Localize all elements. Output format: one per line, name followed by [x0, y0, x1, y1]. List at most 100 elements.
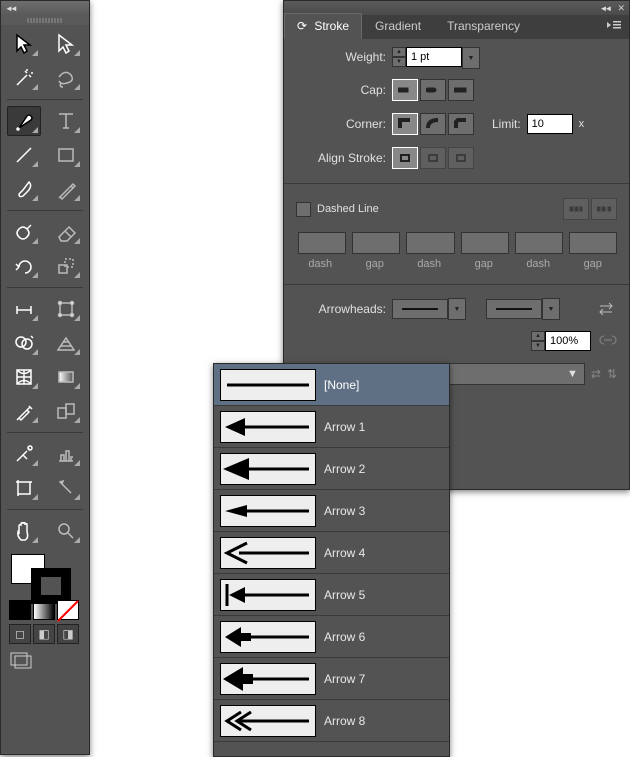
- magic-wand-tool[interactable]: [7, 63, 41, 93]
- arrowhead-option[interactable]: Arrow 5: [214, 574, 449, 616]
- arrowhead-label: Arrow 4: [324, 546, 365, 560]
- eyedropper-tool[interactable]: [7, 396, 41, 426]
- link-scale-icon[interactable]: [599, 333, 617, 350]
- cap-label: Cap:: [296, 83, 386, 97]
- panel-menu-icon[interactable]: [599, 14, 629, 39]
- cap-butt[interactable]: [392, 79, 418, 101]
- weight-dropdown[interactable]: [462, 47, 480, 69]
- dash-3[interactable]: [515, 232, 563, 254]
- arrowhead-start[interactable]: [392, 299, 466, 319]
- draw-behind[interactable]: ◧: [33, 624, 55, 644]
- slice-tool[interactable]: [49, 473, 83, 503]
- arrowhead-label: [None]: [324, 378, 359, 392]
- arrowhead-option[interactable]: Arrow 7: [214, 658, 449, 700]
- selection-tool[interactable]: [7, 29, 41, 59]
- weight-stepper[interactable]: ▲▼ 1 pt: [392, 47, 480, 67]
- tab-gradient[interactable]: Gradient: [362, 13, 434, 39]
- arrowheads-list[interactable]: [None] Arrow 1 Arrow 2Arrow 3 Arrow 4 Arrow …: [214, 364, 449, 742]
- symbol-sprayer-tool[interactable]: [7, 439, 41, 469]
- flip-along-icon[interactable]: ⇄: [591, 367, 601, 381]
- gap-1[interactable]: [352, 232, 400, 254]
- blob-brush-tool[interactable]: [7, 217, 41, 247]
- pencil-tool[interactable]: [49, 174, 83, 204]
- dash-2[interactable]: [406, 232, 454, 254]
- arrowhead-label: Arrow 6: [324, 630, 365, 644]
- scale-input[interactable]: 100%: [545, 331, 591, 351]
- paintbrush-tool[interactable]: [7, 174, 41, 204]
- weight-label: Weight:: [296, 50, 386, 64]
- dash-align[interactable]: [591, 198, 617, 220]
- zoom-tool[interactable]: [49, 516, 83, 546]
- hand-tool[interactable]: [7, 516, 41, 546]
- weight-input[interactable]: 1 pt: [406, 47, 462, 67]
- free-transform-tool[interactable]: [49, 294, 83, 324]
- color-none[interactable]: [57, 600, 79, 620]
- collapse-icon[interactable]: [5, 4, 15, 12]
- dash-1[interactable]: [298, 232, 346, 254]
- gap-2[interactable]: [461, 232, 509, 254]
- corner-bevel[interactable]: [448, 113, 474, 135]
- artboard-tool[interactable]: [7, 473, 41, 503]
- tab-label: Transparency: [447, 19, 520, 33]
- column-graph-tool[interactable]: [49, 439, 83, 469]
- arrowhead-option[interactable]: Arrow 3: [214, 490, 449, 532]
- corner-row: Corner: Limit: 10 x: [296, 113, 617, 135]
- scale-tool[interactable]: [49, 251, 83, 281]
- arrowhead-option[interactable]: Arrow 8: [214, 700, 449, 742]
- limit-input[interactable]: 10: [527, 114, 573, 134]
- align-inside[interactable]: [420, 147, 446, 169]
- shape-builder-tool[interactable]: [7, 328, 41, 358]
- perspective-grid-tool[interactable]: [49, 328, 83, 358]
- close-icon[interactable]: [617, 2, 625, 14]
- draw-inside[interactable]: ◨: [57, 624, 79, 644]
- arrowhead-end[interactable]: [486, 299, 560, 319]
- scale-stepper[interactable]: ▲▼ 100%: [531, 331, 591, 351]
- dashed-checkbox[interactable]: [296, 202, 311, 217]
- rectangle-tool[interactable]: [49, 140, 83, 170]
- corner-miter[interactable]: [392, 113, 418, 135]
- align-center[interactable]: [392, 147, 418, 169]
- arrowheads-label: Arrowheads:: [296, 302, 386, 316]
- cap-projecting[interactable]: [448, 79, 474, 101]
- draw-normal[interactable]: ◻: [9, 624, 31, 644]
- tab-stroke[interactable]: ⟳ Stroke: [284, 13, 362, 39]
- swap-arrowheads-icon[interactable]: [595, 302, 617, 316]
- arrowhead-option[interactable]: Arrow 6: [214, 616, 449, 658]
- flip-across-icon[interactable]: ⇅: [607, 367, 617, 381]
- screen-mode[interactable]: [1, 644, 89, 679]
- mesh-tool[interactable]: [7, 362, 41, 392]
- collapse-icon[interactable]: [599, 4, 609, 12]
- stroke-swatch[interactable]: [31, 568, 71, 604]
- arrowhead-option[interactable]: [None]: [214, 364, 449, 406]
- fill-stroke-swatch[interactable]: [9, 554, 81, 598]
- gradient-tool[interactable]: [49, 362, 83, 392]
- arrowhead-option[interactable]: Arrow 4: [214, 532, 449, 574]
- corner-round[interactable]: [420, 113, 446, 135]
- gap-3[interactable]: [569, 232, 617, 254]
- pen-tool[interactable]: [7, 106, 41, 136]
- direct-selection-tool[interactable]: [49, 29, 83, 59]
- rotate-tool[interactable]: [7, 251, 41, 281]
- tools-panel-grip[interactable]: [1, 15, 89, 25]
- align-outside[interactable]: [448, 147, 474, 169]
- arrowhead-thumb: [220, 663, 316, 695]
- color-solid[interactable]: [9, 600, 31, 620]
- blend-tool[interactable]: [49, 396, 83, 426]
- align-stroke-row: Align Stroke:: [296, 147, 617, 169]
- tab-label: Stroke: [314, 19, 349, 33]
- arrowhead-label: Arrow 5: [324, 588, 365, 602]
- lasso-tool[interactable]: [49, 63, 83, 93]
- tab-transparency[interactable]: Transparency: [434, 13, 533, 39]
- cap-round[interactable]: [420, 79, 446, 101]
- arrowhead-label: Arrow 7: [324, 672, 365, 686]
- line-tool[interactable]: [7, 140, 41, 170]
- tools-panel-header[interactable]: [1, 1, 89, 15]
- arrowhead-option[interactable]: Arrow 1: [214, 406, 449, 448]
- eraser-tool[interactable]: [49, 217, 83, 247]
- arrowhead-label: Arrow 1: [324, 420, 365, 434]
- arrowhead-option[interactable]: Arrow 2: [214, 448, 449, 490]
- type-tool[interactable]: [49, 106, 83, 136]
- width-tool[interactable]: [7, 294, 41, 324]
- dash-preserve[interactable]: [563, 198, 589, 220]
- arrowhead-thumb: [220, 453, 316, 485]
